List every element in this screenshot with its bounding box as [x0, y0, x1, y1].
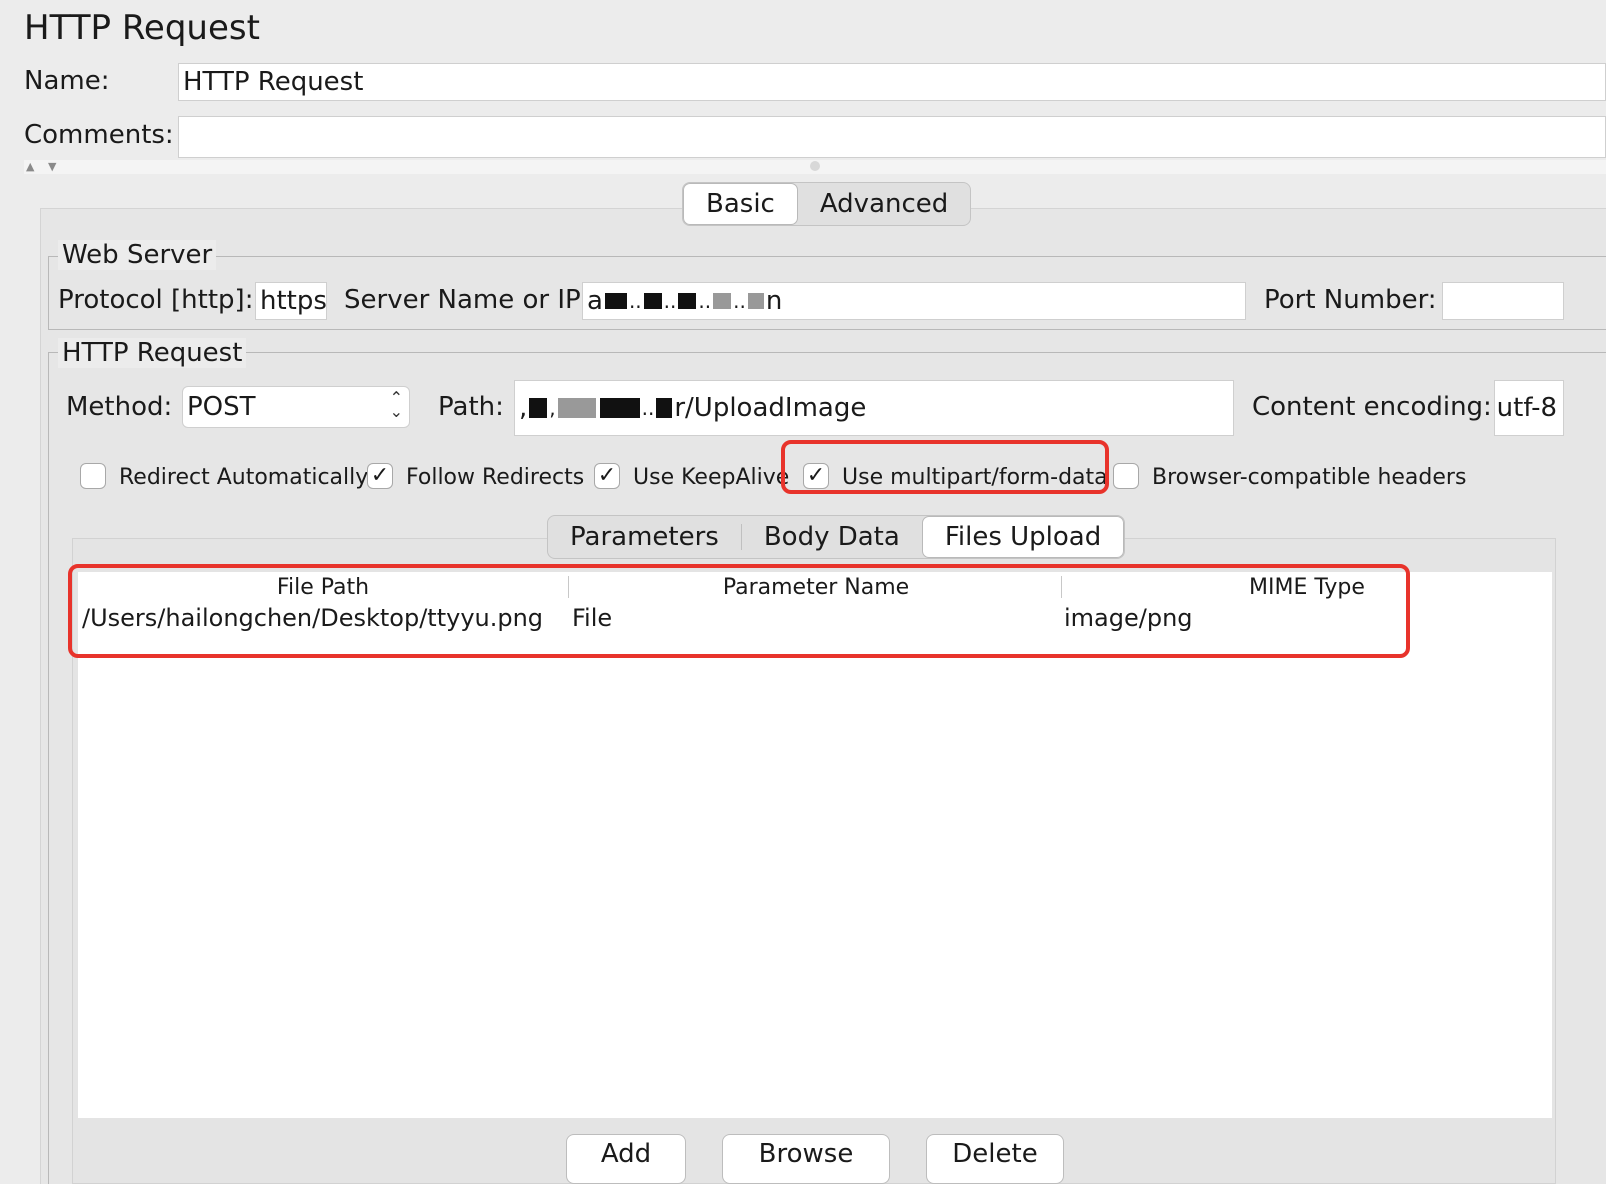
browser-compatible-headers-checkbox[interactable] — [1113, 463, 1139, 489]
checkmark-icon: ✓ — [597, 463, 617, 488]
use-keepalive-checkbox[interactable]: ✓ — [594, 463, 620, 489]
highlight-box-multipart — [781, 440, 1109, 494]
redirect-automatically-label: Redirect Automatically — [119, 465, 369, 490]
protocol-input[interactable]: https — [255, 282, 327, 320]
redaction-mark — [599, 398, 640, 418]
browse-button[interactable]: Browse — [722, 1134, 890, 1184]
tab-basic[interactable]: Basic — [683, 183, 798, 225]
splitter[interactable]: ▲ ▼ — [24, 160, 1606, 174]
browser-compatible-headers-label: Browser-compatible headers — [1152, 465, 1467, 490]
checkmark-icon: ✓ — [370, 463, 390, 488]
redaction-mark — [747, 293, 764, 309]
comments-input[interactable] — [178, 116, 1606, 158]
collapse-down-icon[interactable]: ▼ — [48, 160, 56, 173]
content-encoding-input[interactable]: utf-8 — [1494, 380, 1564, 436]
name-label: Name: — [24, 66, 110, 96]
redaction-mark — [713, 293, 732, 309]
redaction-mark — [557, 398, 596, 418]
name-input[interactable]: HTTP Request — [178, 63, 1606, 101]
path-label: Path: — [438, 392, 504, 422]
server-name-input[interactable]: a .. .. .. .. n — [582, 282, 1246, 320]
http-request-legend: HTTP Request — [58, 338, 247, 368]
tab-advanced[interactable]: Advanced — [798, 183, 970, 225]
page-title: HTTP Request — [24, 8, 260, 48]
content-encoding-label: Content encoding: — [1252, 392, 1492, 422]
server-name-visible: n — [765, 286, 783, 316]
method-value: POST — [187, 392, 256, 422]
comments-label: Comments: — [24, 120, 174, 150]
tab-files-upload[interactable]: Files Upload — [921, 516, 1125, 558]
path-input[interactable]: , , .. r/UploadImage — [514, 380, 1234, 436]
highlight-box-files-table — [68, 564, 1410, 658]
port-label: Port Number: — [1264, 285, 1437, 315]
tab-body-data[interactable]: Body Data — [742, 516, 922, 558]
main-tab-bar: Basic Advanced — [682, 182, 972, 226]
redaction-mark — [643, 293, 662, 309]
server-name-label: Server Name or IP: — [344, 285, 590, 315]
follow-redirects-checkbox[interactable]: ✓ — [367, 463, 393, 489]
sub-tab-bar: Parameters Body Data Files Upload — [547, 515, 1126, 559]
redaction-mark — [656, 398, 673, 418]
method-select[interactable]: POST ⌃ ⌄ — [182, 386, 410, 428]
protocol-label: Protocol [http]: — [58, 285, 254, 315]
collapse-up-icon[interactable]: ▲ — [26, 160, 34, 173]
tab-parameters[interactable]: Parameters — [548, 516, 741, 558]
redaction-mark — [529, 398, 548, 418]
port-input[interactable] — [1442, 282, 1564, 320]
add-button[interactable]: Add — [566, 1134, 686, 1184]
redaction-mark — [604, 293, 627, 309]
follow-redirects-label: Follow Redirects — [406, 465, 585, 490]
redirect-automatically-checkbox[interactable] — [80, 463, 106, 489]
path-visible: r/UploadImage — [674, 393, 867, 423]
method-label: Method: — [66, 392, 173, 422]
splitter-handle-icon[interactable] — [810, 161, 820, 171]
use-keepalive-label: Use KeepAlive — [633, 465, 790, 490]
delete-button[interactable]: Delete — [926, 1134, 1064, 1184]
web-server-legend: Web Server — [58, 240, 217, 270]
updown-chevron-icon[interactable]: ⌃ ⌄ — [390, 390, 403, 420]
redaction-mark — [678, 293, 697, 309]
